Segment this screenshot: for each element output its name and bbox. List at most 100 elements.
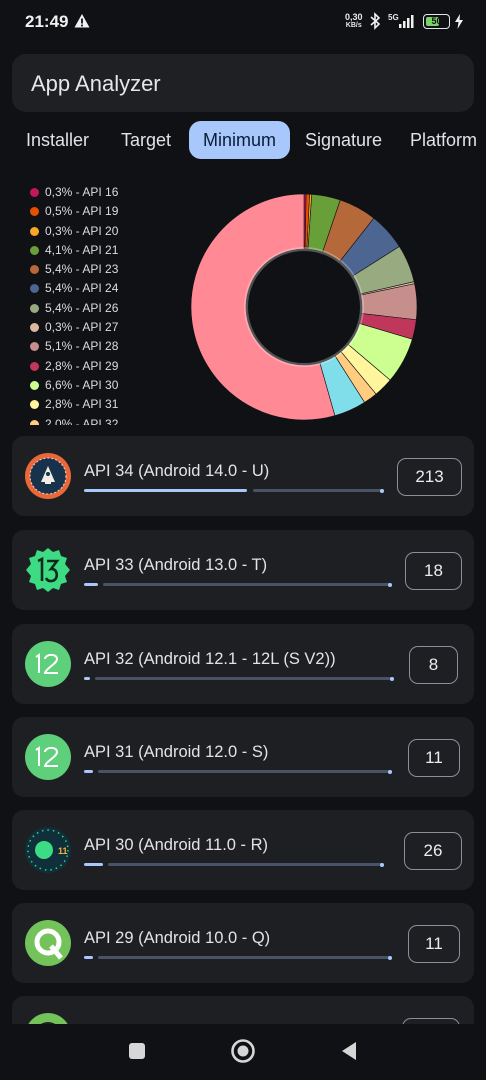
legend-label: 0,3% - API 20	[45, 223, 119, 238]
api-level-list[interactable]: API 34 (Android 14.0 - U) 213 API 33 (An…	[0, 436, 486, 1024]
legend-label: 5,4% - API 24	[45, 281, 119, 296]
legend-label: 2,8% - API 29	[45, 358, 119, 373]
tab-minimum[interactable]: Minimum	[189, 121, 291, 159]
progress-track	[108, 863, 384, 866]
legend-item: 0,5% - API 19	[28, 202, 178, 221]
count-box[interactable]: 213	[397, 458, 462, 496]
legend-item: 5,4% - API 23	[28, 260, 178, 279]
legend-label: 5,1% - API 28	[45, 339, 119, 354]
progress-fill	[84, 863, 103, 866]
progress-track	[98, 770, 392, 773]
legend-item: 2,8% - API 29	[28, 357, 178, 376]
progress-end-dot	[388, 769, 392, 774]
legend-swatch	[30, 207, 39, 217]
list-item[interactable]: API 34 (Android 14.0 - U) 213	[12, 436, 474, 516]
legend-label: 0,5% - API 19	[45, 204, 119, 219]
donut-chart[interactable]	[185, 188, 423, 426]
legend-swatch	[30, 188, 39, 197]
legend-item: 6,6% - API 30	[28, 376, 178, 395]
legend-swatch	[30, 284, 39, 294]
list-item[interactable]: API 33 (Android 13.0 - T) 18	[12, 530, 474, 610]
list-item[interactable]: API 29 (Android 10.0 - Q) 11	[12, 903, 474, 983]
progress-end-dot	[388, 955, 392, 960]
navigation-bar	[0, 1024, 486, 1080]
back-icon[interactable]	[340, 1041, 358, 1061]
tab-installer[interactable]: Installer	[26, 121, 89, 159]
list-item[interactable]: 11 API 30 (Android 11.0 - R) 26	[12, 810, 474, 890]
android-10-icon	[25, 920, 71, 966]
count-box[interactable]: 18	[405, 552, 462, 590]
legend-swatch	[30, 303, 39, 313]
svg-text:11: 11	[58, 846, 68, 856]
progress-track	[98, 956, 392, 959]
android-icon	[28, 1013, 68, 1024]
android-13-icon	[26, 548, 70, 592]
list-item[interactable]	[12, 996, 474, 1024]
legend-label: 0,3% - API 27	[45, 320, 119, 335]
legend-swatch	[30, 419, 39, 425]
android-12-icon	[25, 734, 71, 780]
legend-label: 2,8% - API 31	[45, 397, 119, 412]
legend-label: 6,6% - API 30	[45, 377, 119, 392]
legend-swatch	[30, 226, 39, 236]
count-box[interactable]: 26	[404, 832, 462, 870]
legend-item: 5,1% - API 28	[28, 337, 178, 356]
api-title: API 32 (Android 12.1 - 12L (S V2))	[84, 650, 336, 668]
warning-icon	[74, 14, 90, 28]
legend-swatch	[30, 361, 39, 371]
tab-signature[interactable]: Signature	[305, 121, 382, 159]
bluetooth-icon	[370, 12, 381, 30]
chart-legend: 0,3% - API 16 0,5% - API 19 0,3% - API 20 4…	[28, 183, 178, 425]
progress-fill	[84, 677, 90, 680]
progress-track	[95, 677, 394, 680]
count-box[interactable]: 11	[408, 739, 460, 777]
progress-fill	[84, 956, 93, 959]
network-speed: 0,30 KB/s	[345, 12, 363, 30]
legend-label: 2,0% - API 32	[45, 416, 119, 425]
legend-label: 5,4% - API 26	[45, 300, 119, 315]
progress-fill	[84, 583, 98, 586]
progress-end-dot	[380, 862, 384, 867]
progress-fill	[84, 770, 93, 773]
android-11-icon: 11	[25, 827, 71, 873]
count-box[interactable]: 8	[409, 646, 458, 684]
progress-fill	[84, 489, 247, 492]
progress-track	[103, 583, 392, 586]
legend-swatch	[30, 265, 39, 275]
api-title: API 33 (Android 13.0 - T)	[84, 556, 268, 574]
app-title: App Analyzer	[31, 71, 161, 96]
api-title: API 34 (Android 14.0 - U)	[84, 462, 270, 480]
battery-icon: 50	[423, 14, 450, 29]
api-title: API 29 (Android 10.0 - Q)	[84, 929, 271, 947]
legend-item: 5,4% - API 26	[28, 299, 178, 318]
legend-item: 0,3% - API 20	[28, 222, 178, 241]
android-12-icon	[25, 641, 71, 687]
api-title: API 30 (Android 11.0 - R)	[84, 836, 269, 854]
home-icon[interactable]	[230, 1038, 256, 1064]
count-box[interactable]: 11	[408, 925, 460, 963]
donut-hole	[244, 247, 364, 367]
legend-item: 0,3% - API 16	[28, 183, 178, 202]
progress-track	[253, 489, 384, 492]
legend-item: 4,1% - API 21	[28, 241, 178, 260]
legend-swatch	[30, 245, 39, 255]
tab-target[interactable]: Target	[121, 121, 171, 159]
progress-end-dot	[380, 488, 384, 493]
progress-end-dot	[388, 582, 392, 587]
signal-icon	[399, 15, 414, 28]
recents-icon[interactable]	[128, 1042, 146, 1060]
app-header: App Analyzer	[12, 54, 474, 112]
tab-platform[interactable]: Platform	[410, 121, 477, 159]
legend-label: 4,1% - API 21	[45, 242, 119, 257]
legend-item: 2,0% - API 32	[28, 415, 178, 425]
legend-swatch	[30, 323, 39, 333]
legend-label: 5,4% - API 23	[45, 262, 119, 277]
android-14-icon	[25, 453, 71, 499]
legend-swatch	[30, 400, 39, 410]
legend-item: 0,3% - API 27	[28, 318, 178, 337]
progress-end-dot	[390, 676, 394, 681]
list-item[interactable]: API 31 (Android 12.0 - S) 11	[12, 717, 474, 797]
list-item[interactable]: API 32 (Android 12.1 - 12L (S V2)) 8	[12, 624, 474, 704]
legend-item: 5,4% - API 24	[28, 279, 178, 298]
legend-label: 0,3% - API 16	[45, 185, 119, 199]
